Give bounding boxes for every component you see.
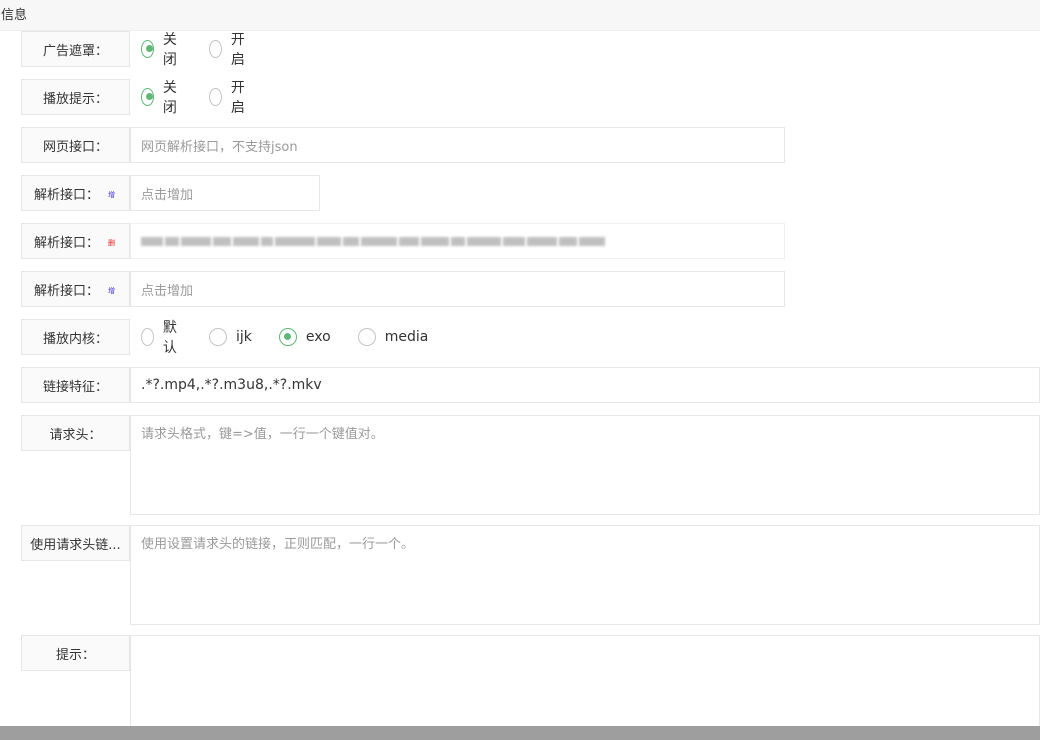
ad-block-option-off-label: 关闭 xyxy=(162,32,177,68)
play-tip-label: 播放提示： xyxy=(21,79,130,115)
player-core-option-media-label: media xyxy=(384,329,429,345)
radio-unchecked-icon xyxy=(357,328,376,346)
ad-block-radio-group: 关闭 开启 xyxy=(130,29,266,69)
ad-block-option-off[interactable]: 关闭 xyxy=(141,29,182,69)
ad-block-option-on-label: 开启 xyxy=(230,32,245,68)
blurred-url-text xyxy=(141,224,607,258)
parse-api-existing-input[interactable] xyxy=(130,223,785,259)
play-tip-option-on-label: 开启 xyxy=(230,80,245,116)
add-badge[interactable]: 增 xyxy=(108,191,115,199)
parse-api-label: 解析接口： 删 xyxy=(21,223,130,259)
tip-textarea[interactable] xyxy=(130,635,1040,730)
parse-api-add-input-1[interactable]: 点击增加 xyxy=(130,175,320,211)
player-core-option-default[interactable]: 默认 xyxy=(141,317,182,357)
ad-block-label: 广告遮罩： xyxy=(21,31,130,67)
parse-api-label: 解析接口： 增 xyxy=(21,271,130,307)
bottom-bar xyxy=(0,726,1040,740)
ad-block-option-on[interactable]: 开启 xyxy=(209,29,250,69)
title-bar: 信息 xyxy=(0,0,1040,31)
parse-api-label-text: 解析接口： xyxy=(34,235,100,251)
parse-api-label-text: 解析接口： xyxy=(34,187,100,203)
player-core-option-ijk[interactable]: ijk xyxy=(209,328,252,346)
parse-api-add-input-2[interactable]: 点击增加 xyxy=(130,271,785,307)
player-core-option-ijk-label: ijk xyxy=(236,329,252,345)
add-badge[interactable]: 增 xyxy=(108,287,115,295)
parse-api-label-text: 解析接口： xyxy=(34,283,100,299)
radio-unchecked-icon xyxy=(209,328,227,346)
player-core-radio-group: 默认 ijk exo media xyxy=(130,317,444,357)
play-tip-option-off[interactable]: 关闭 xyxy=(141,77,182,117)
link-pattern-input[interactable]: .*?.mp4,.*?.m3u8,.*?.mkv xyxy=(130,367,1040,403)
link-pattern-label: 链接特征： xyxy=(21,367,130,403)
player-core-label: 播放内核： xyxy=(21,319,130,355)
radio-unchecked-icon xyxy=(209,88,222,106)
header-links-textarea[interactable]: 使用设置请求头的链接，正则匹配，一行一个。 xyxy=(130,525,1040,625)
radio-unchecked-icon xyxy=(141,328,154,346)
play-tip-radio-group: 关闭 开启 xyxy=(130,77,266,117)
player-core-option-media[interactable]: media xyxy=(357,328,429,346)
player-core-option-default-label: 默认 xyxy=(162,320,177,356)
player-core-option-exo-label: exo xyxy=(305,329,331,345)
radio-checked-icon xyxy=(278,328,297,346)
web-api-input[interactable]: 网页解析接口，不支持json xyxy=(130,127,785,163)
headers-textarea[interactable]: 请求头格式，键=>值，一行一个键值对。 xyxy=(130,415,1040,515)
parse-api-label: 解析接口： 增 xyxy=(21,175,130,211)
radio-unchecked-icon xyxy=(209,40,222,58)
tip-label: 提示： xyxy=(21,635,130,671)
play-tip-option-on[interactable]: 开启 xyxy=(209,77,250,117)
web-api-label: 网页接口： xyxy=(21,127,130,163)
page-title: 信息 xyxy=(1,8,28,23)
radio-checked-icon xyxy=(141,40,154,58)
headers-label: 请求头： xyxy=(21,415,130,451)
play-tip-option-off-label: 关闭 xyxy=(162,80,177,116)
player-core-option-exo[interactable]: exo xyxy=(278,328,331,346)
radio-checked-icon xyxy=(141,88,154,106)
delete-badge[interactable]: 删 xyxy=(108,239,115,247)
header-links-label: 使用请求头链... xyxy=(21,525,130,561)
